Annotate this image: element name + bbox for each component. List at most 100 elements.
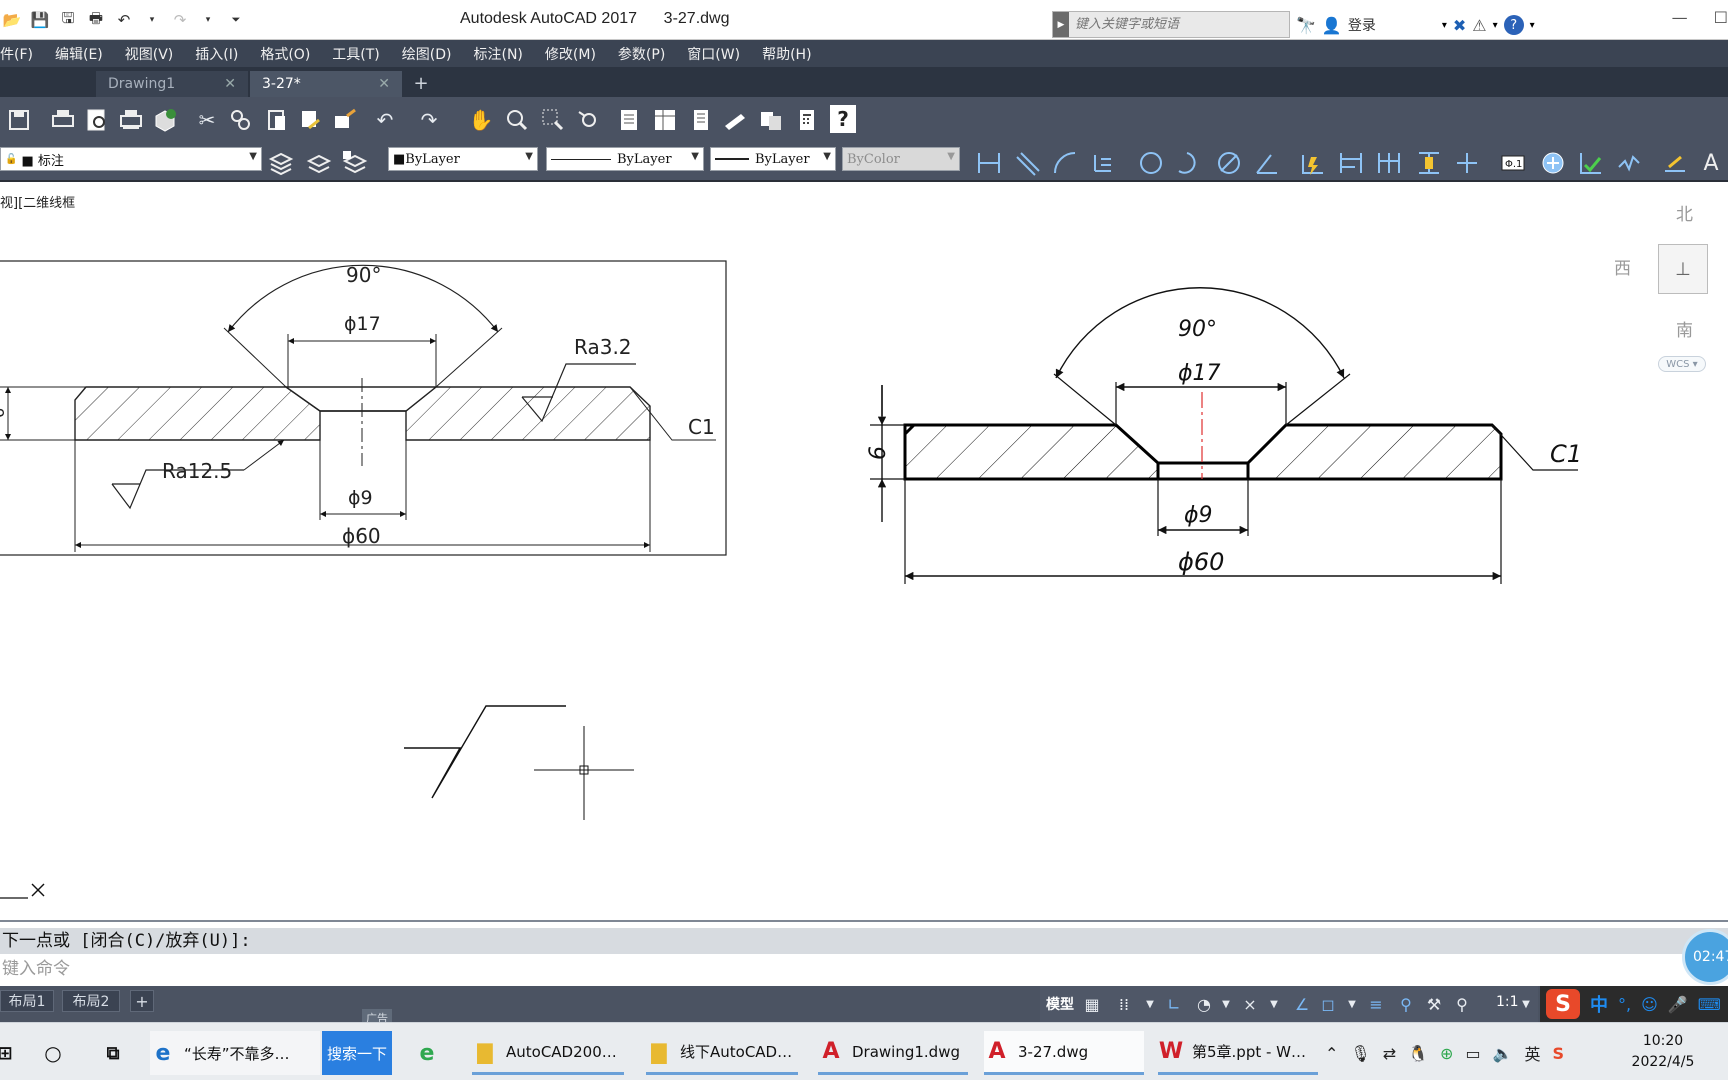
menu-edit[interactable]: 编辑(E) bbox=[55, 44, 103, 64]
layer-properties-icon[interactable] bbox=[266, 149, 296, 177]
microphone-icon[interactable]: 🎤 bbox=[1668, 995, 1688, 1014]
help-icon[interactable]: ? bbox=[1503, 15, 1524, 35]
match-properties-icon[interactable] bbox=[296, 105, 326, 135]
plot-icon[interactable] bbox=[48, 105, 78, 135]
task-view-button[interactable]: ⧉ bbox=[100, 1031, 134, 1075]
redo-icon[interactable]: ↷ bbox=[168, 8, 192, 32]
security-icon[interactable]: ⊕ bbox=[1440, 1044, 1453, 1063]
cad-drawing[interactable]: 90° ϕ17 6 C1 ϕ9 ϕ60 bbox=[866, 287, 1582, 584]
taskbar-ie[interactable]: e “长寿”不靠多… bbox=[150, 1031, 320, 1075]
dim-radius-icon[interactable] bbox=[1136, 149, 1166, 177]
dim-aligned-icon[interactable] bbox=[1012, 149, 1042, 177]
cut-icon[interactable]: ✂ bbox=[192, 105, 222, 135]
tab-layout1[interactable]: 布局1 bbox=[0, 990, 54, 1012]
menu-file[interactable]: 件(F) bbox=[0, 44, 33, 64]
lineweight-icon[interactable]: ≡ bbox=[1364, 992, 1388, 1016]
object-snap-icon[interactable]: ◻ bbox=[1316, 992, 1340, 1016]
menu-format[interactable]: 格式(O) bbox=[260, 44, 310, 64]
sogou-tray-icon[interactable]: S bbox=[1553, 1044, 1565, 1063]
layer-previous-icon[interactable] bbox=[340, 149, 370, 177]
properties-icon[interactable] bbox=[614, 105, 644, 135]
login-dropdown-icon[interactable]: ▾ bbox=[1442, 20, 1447, 31]
dim-break-icon[interactable] bbox=[1452, 149, 1482, 177]
snap-dropdown-icon[interactable]: ▼ bbox=[1138, 992, 1162, 1016]
block-editor-icon[interactable] bbox=[330, 105, 360, 135]
new-tab-button[interactable]: + bbox=[410, 75, 432, 95]
search-expand-icon[interactable]: ▶ bbox=[1053, 12, 1069, 37]
a360-dropdown-icon[interactable]: ▾ bbox=[1493, 20, 1498, 31]
taskbar-clock[interactable]: 10:20 2022/4/5 bbox=[1618, 1031, 1708, 1073]
dim-text-edit-icon[interactable]: A bbox=[1696, 149, 1726, 177]
tab-3-27[interactable]: 3-27* ✕ bbox=[250, 71, 402, 97]
layer-current-icon[interactable] bbox=[304, 149, 334, 177]
network-transfer-icon[interactable]: ⇄ bbox=[1383, 1044, 1396, 1063]
roughness-symbol-in-progress[interactable] bbox=[404, 705, 566, 799]
annotation-visibility-icon[interactable]: ⚲ bbox=[1394, 992, 1418, 1016]
tool-palettes-icon[interactable] bbox=[686, 105, 716, 135]
open-icon[interactable]: 📂 bbox=[0, 8, 24, 32]
binoculars-icon[interactable]: 🔭 bbox=[1296, 16, 1316, 35]
save-icon[interactable] bbox=[4, 105, 34, 135]
dim-continue-icon[interactable] bbox=[1374, 149, 1404, 177]
microphone-icon[interactable]: 🎙 bbox=[1350, 1044, 1370, 1063]
taskbar-browser[interactable]: e bbox=[414, 1031, 448, 1075]
login-button[interactable]: 登录 bbox=[1348, 15, 1376, 35]
dim-angular-icon[interactable] bbox=[1252, 149, 1282, 177]
qq-icon[interactable]: 🐧 bbox=[1408, 1044, 1428, 1063]
taskbar-3-27[interactable]: A 3-27.dwg bbox=[984, 1031, 1144, 1075]
polar-dropdown-icon[interactable]: ▼ bbox=[1214, 992, 1238, 1016]
menu-modify[interactable]: 修改(M) bbox=[545, 44, 596, 64]
isodraft-icon[interactable]: ⨯ bbox=[1238, 992, 1262, 1016]
reference-image[interactable]: 90° ϕ17 Ra3.2 6 C1 bbox=[0, 260, 727, 556]
drawing-canvas[interactable]: 视][二维线框 90° ϕ17 Ra3.2 C1 Ra12.5 ϕ9 ϕ60 9… bbox=[0, 184, 1728, 920]
plot-preview-icon[interactable] bbox=[82, 105, 112, 135]
help-icon[interactable]: ? bbox=[830, 105, 856, 133]
redo-dropdown-icon[interactable]: ▾ bbox=[196, 8, 220, 32]
command-input[interactable] bbox=[0, 956, 1728, 982]
markup-icon[interactable] bbox=[756, 105, 786, 135]
design-center-icon[interactable] bbox=[650, 105, 680, 135]
model-space-button[interactable]: 模型 bbox=[1046, 994, 1074, 1014]
wcs-menu-button[interactable]: WCS ▾ bbox=[1658, 356, 1706, 372]
undo-icon[interactable]: ↶ bbox=[370, 105, 400, 135]
volume-icon[interactable]: 🔈 bbox=[1493, 1044, 1513, 1063]
undo-dropdown-icon[interactable]: ▾ bbox=[140, 8, 164, 32]
quickcalc-icon[interactable] bbox=[792, 105, 822, 135]
keyboard-icon[interactable]: ⌨ bbox=[1698, 995, 1721, 1014]
object-snap-tracking-icon[interactable]: ∠ bbox=[1290, 992, 1314, 1016]
battery-icon[interactable]: ▭ bbox=[1465, 1044, 1480, 1063]
menu-insert[interactable]: 插入(I) bbox=[195, 44, 238, 64]
menu-parametric[interactable]: 参数(P) bbox=[618, 44, 665, 64]
minimize-icon[interactable]: — bbox=[1672, 8, 1688, 27]
quick-dim-icon[interactable] bbox=[1298, 149, 1328, 177]
close-icon[interactable]: ✕ bbox=[224, 76, 236, 92]
paste-icon[interactable] bbox=[262, 105, 292, 135]
publish-icon[interactable] bbox=[116, 105, 146, 135]
compass-west[interactable]: 西 bbox=[1614, 254, 1631, 279]
dim-linear-icon[interactable] bbox=[974, 149, 1004, 177]
ortho-icon[interactable]: ∟ bbox=[1162, 992, 1186, 1016]
layer-combo[interactable]: 🔓 ■ 标注 ▼ bbox=[0, 147, 262, 171]
taskbar-folder-autocad[interactable]: ▇ AutoCAD200… bbox=[472, 1031, 624, 1075]
scale-dropdown-icon[interactable]: ▼ bbox=[1514, 992, 1538, 1016]
color-combo[interactable]: ■ByLayer ▼ bbox=[388, 147, 538, 171]
zoom-window-icon[interactable] bbox=[538, 105, 568, 135]
redo-icon[interactable]: ↷ bbox=[414, 105, 444, 135]
dim-edit-icon[interactable] bbox=[1660, 149, 1690, 177]
taskbar-wps[interactable]: W 第5章.ppt - W… bbox=[1158, 1031, 1318, 1075]
ime-punct[interactable]: °, bbox=[1618, 995, 1631, 1014]
start-button[interactable]: ⊞ bbox=[0, 1031, 26, 1075]
taskbar-folder-offline[interactable]: ▇ 线下AutoCAD… bbox=[646, 1031, 798, 1075]
dim-baseline-icon[interactable] bbox=[1336, 149, 1366, 177]
menu-draw[interactable]: 绘图(D) bbox=[402, 44, 452, 64]
dim-diameter-icon[interactable] bbox=[1214, 149, 1244, 177]
pan-icon[interactable]: ✋ bbox=[466, 105, 496, 135]
menu-tools[interactable]: 工具(T) bbox=[332, 44, 379, 64]
lineweight-combo[interactable]: ByLayer ▼ bbox=[710, 147, 836, 171]
zoom-previous-icon[interactable] bbox=[574, 105, 604, 135]
annotation-scale-icon[interactable]: ⚲ bbox=[1450, 992, 1474, 1016]
print-icon[interactable]: 🖶 bbox=[84, 8, 108, 32]
chevron-up-icon[interactable]: ⌃ bbox=[1325, 1044, 1338, 1063]
copy-icon[interactable] bbox=[226, 105, 256, 135]
cortana-button[interactable]: ○ bbox=[40, 1031, 74, 1075]
